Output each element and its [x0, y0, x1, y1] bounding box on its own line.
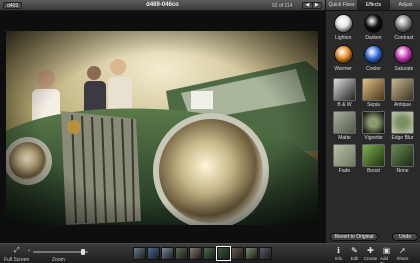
- quick-fix-lighten[interactable]: Lighten: [328, 14, 358, 41]
- effect-thumbnail: [362, 78, 385, 101]
- zoom-out-icon: ▪: [28, 248, 30, 254]
- effects-grid: B & W Sepia Antique Matte Vignette Edge Blur F…: [330, 78, 417, 174]
- effect-thumbnail: [333, 78, 356, 101]
- filmstrip-thumbnail[interactable]: [231, 247, 244, 260]
- darken-icon: [363, 14, 383, 33]
- quick-fix-saturate[interactable]: Saturate: [389, 45, 419, 72]
- effect-edge-blur[interactable]: Edge Blur: [388, 111, 417, 141]
- edit-icon: ✎: [351, 246, 358, 255]
- tab-effects[interactable]: Effects: [358, 0, 390, 10]
- effect-thumbnail: [391, 78, 414, 101]
- effect-antique[interactable]: Antique: [388, 78, 417, 108]
- effect-thumbnail: [333, 111, 356, 134]
- tool-label: Edit: [350, 256, 359, 261]
- tool-label: Share: [396, 256, 409, 261]
- zoom-slider-handle[interactable]: [81, 249, 86, 255]
- edit-panel: Quick Fixes Effects Adjust Lighten Darken Co…: [325, 0, 420, 243]
- zoom-label: Zoom: [52, 257, 65, 263]
- quick-fix-label: Warmer: [334, 66, 352, 72]
- undo-button[interactable]: Undo: [392, 233, 418, 241]
- effect-label: Fade: [338, 168, 351, 174]
- cooler-icon: [363, 45, 383, 64]
- info-icon: ℹ: [336, 246, 341, 255]
- effect-thumbnail: [362, 144, 385, 167]
- contrast-icon: [394, 14, 414, 33]
- next-photo-button[interactable]: ▶: [311, 3, 322, 8]
- effect-b-w[interactable]: B & W: [330, 78, 359, 108]
- effect-thumbnail: [362, 111, 385, 134]
- effect-label: Edge Blur: [391, 135, 414, 141]
- effect-thumbnail: [333, 144, 356, 167]
- effect-vignette[interactable]: Vignette: [359, 111, 388, 141]
- quick-fix-label: Saturate: [394, 66, 414, 72]
- effect-sepia[interactable]: Sepia: [359, 78, 388, 108]
- vintage-car-photo: [6, 31, 318, 225]
- effect-thumbnail: [391, 144, 414, 167]
- effect-label: Matte: [338, 135, 351, 141]
- filmstrip-thumbnail[interactable]: [161, 247, 174, 260]
- tab-adjust[interactable]: Adjust: [390, 0, 420, 10]
- add-to-icon: ▣: [382, 246, 391, 255]
- effect-label: Boost: [367, 168, 380, 174]
- effect-matte[interactable]: Matte: [330, 111, 359, 141]
- quick-fix-label: Lighten: [334, 35, 352, 41]
- filmstrip-thumbnail[interactable]: [245, 247, 258, 260]
- quick-fix-cooler[interactable]: Cooler: [358, 45, 388, 72]
- photo-counter: 92 of 114: [272, 3, 293, 9]
- quick-fixes-grid: Lighten Darken Contrast Warmer Cooler Saturat…: [328, 14, 419, 72]
- filmstrip-thumbnail[interactable]: [216, 246, 231, 261]
- effect-fade[interactable]: Fade: [330, 144, 359, 174]
- add-to-button[interactable]: ▣Add To: [380, 246, 393, 263]
- tool-label: Add To: [380, 256, 389, 263]
- quick-fix-darken[interactable]: Darken: [358, 14, 388, 41]
- edit-button[interactable]: ✎ Edit: [348, 246, 361, 263]
- quick-fix-label: Cooler: [366, 66, 381, 72]
- quick-fix-contrast[interactable]: Contrast: [389, 14, 419, 41]
- filmstrip-thumbnail[interactable]: [189, 247, 202, 260]
- filmstrip-thumbnail[interactable]: [133, 247, 146, 260]
- quick-fix-warmer[interactable]: Warmer: [328, 45, 358, 72]
- tab-quick-fixes[interactable]: Quick Fixes: [326, 0, 358, 10]
- quick-fix-label: Darken: [365, 35, 382, 41]
- filmstrip-thumbnail[interactable]: [203, 247, 216, 260]
- filmstrip: [133, 246, 272, 261]
- saturate-icon: [394, 45, 414, 64]
- effect-boost[interactable]: Boost: [359, 144, 388, 174]
- create-icon: ✚: [367, 246, 374, 255]
- quick-fix-label: Contrast: [394, 35, 414, 41]
- warmer-icon: [333, 45, 353, 64]
- effect-label: Sepia: [367, 102, 380, 108]
- revert-to-original-button[interactable]: Revert to Original: [330, 233, 378, 241]
- share-icon: ➚: [399, 246, 406, 255]
- full-screen-label: Full Screen: [4, 257, 30, 263]
- share-button[interactable]: ➚ Share: [396, 246, 409, 263]
- effect-label: B & W: [337, 102, 352, 108]
- photo-navigation: ◀ ▶: [302, 2, 322, 9]
- main-photo[interactable]: [6, 31, 318, 225]
- effect-label: Vignette: [364, 135, 383, 141]
- edit-mode-tabs: Quick Fixes Effects Adjust: [326, 0, 420, 11]
- effect-thumbnail: [391, 111, 414, 134]
- filmstrip-thumbnail[interactable]: [147, 247, 160, 260]
- effect-label: Antique: [394, 102, 411, 108]
- effect-label: None: [396, 168, 409, 174]
- toolbar-tools: ℹInfo✎Edit✚Create▣Add To➚Share: [332, 246, 409, 263]
- filmstrip-thumbnail[interactable]: [175, 247, 188, 260]
- tool-label: Create: [363, 256, 378, 261]
- effect-none[interactable]: None: [388, 144, 417, 174]
- create-button[interactable]: ✚ Create: [363, 246, 378, 263]
- previous-photo-button[interactable]: ◀: [303, 3, 312, 8]
- lighten-icon: [333, 14, 353, 33]
- bottom-toolbar: ⤢ Full Screen ▪ Zoom ℹ Info ✎ Edit ✚ Create ▣ A…: [0, 243, 420, 263]
- expand-icon[interactable]: ⤢: [14, 247, 20, 255]
- zoom-slider[interactable]: [33, 251, 88, 253]
- info-button[interactable]: ℹ Info: [332, 246, 345, 263]
- photo-viewer: [0, 11, 325, 243]
- tool-label: Info: [334, 256, 343, 261]
- filmstrip-thumbnail[interactable]: [259, 247, 272, 260]
